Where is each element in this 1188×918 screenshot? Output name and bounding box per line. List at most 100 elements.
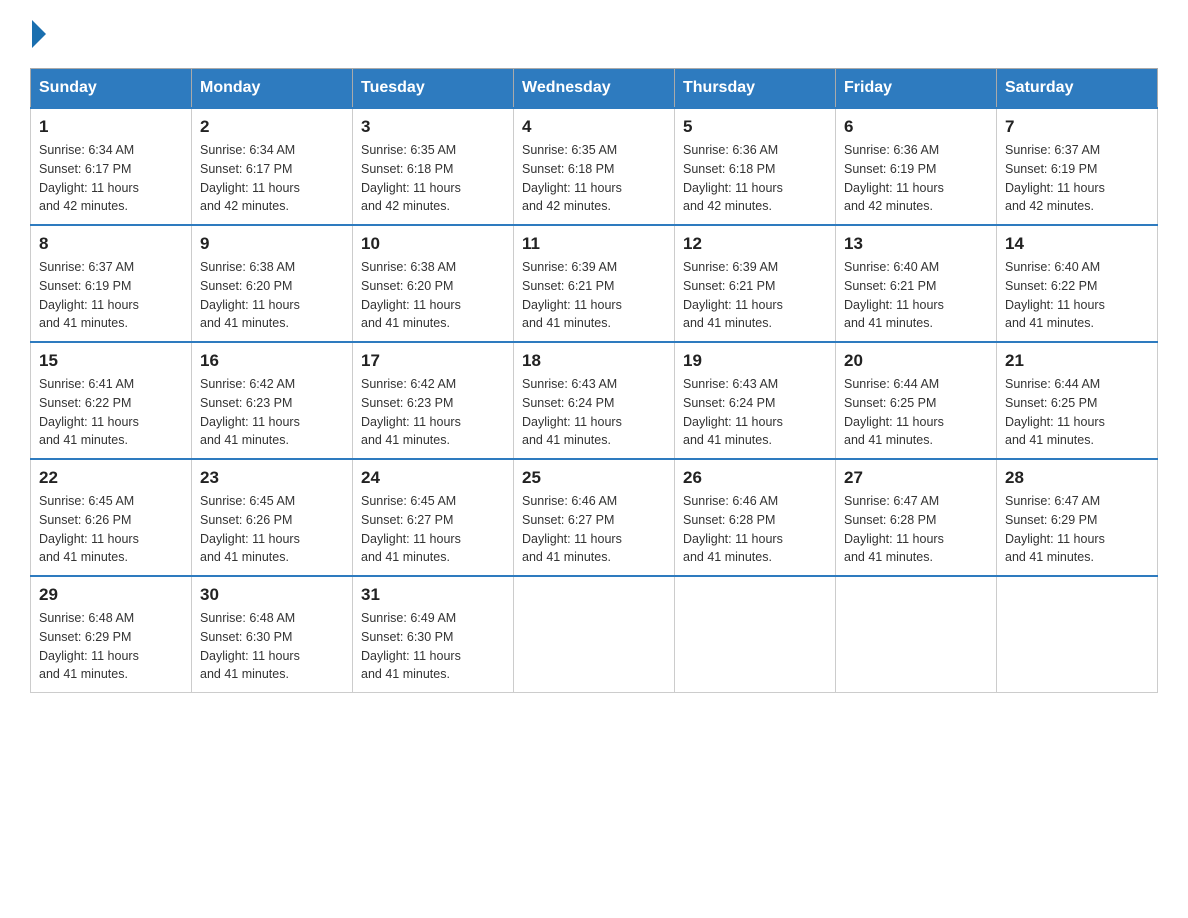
day-number-10: 10 [361,234,505,254]
day-number-21: 21 [1005,351,1149,371]
day-info-27: Sunrise: 6:47 AMSunset: 6:28 PMDaylight:… [844,492,988,567]
day-info-11: Sunrise: 6:39 AMSunset: 6:21 PMDaylight:… [522,258,666,333]
calendar-week-row-1: 1Sunrise: 6:34 AMSunset: 6:17 PMDaylight… [31,108,1158,225]
logo-text [30,20,48,48]
day-info-21: Sunrise: 6:44 AMSunset: 6:25 PMDaylight:… [1005,375,1149,450]
day-number-25: 25 [522,468,666,488]
calendar-day-22: 22 Sunrise: 6:45 AMSunset: 6:26 PMDayligh… [31,459,192,576]
calendar-day-6: 6Sunrise: 6:36 AMSunset: 6:19 PMDaylight… [836,108,997,225]
day-number-14: 14 [1005,234,1149,254]
calendar-week-row-5: 29 Sunrise: 6:48 AMSunset: 6:29 PMDayligh… [31,576,1158,693]
day-info-8: Sunrise: 6:37 AMSunset: 6:19 PMDaylight:… [39,258,183,333]
calendar-table: SundayMondayTuesdayWednesdayThursdayFrid… [30,68,1158,693]
day-number-27: 27 [844,468,988,488]
calendar-day-18: 18 Sunrise: 6:43 AMSunset: 6:24 PMDayligh… [514,342,675,459]
calendar-day-11: 11Sunrise: 6:39 AMSunset: 6:21 PMDayligh… [514,225,675,342]
calendar-day-3: 3Sunrise: 6:35 AMSunset: 6:18 PMDaylight… [353,108,514,225]
calendar-day-8: 8 Sunrise: 6:37 AMSunset: 6:19 PMDaylight… [31,225,192,342]
calendar-week-row-3: 15 Sunrise: 6:41 AMSunset: 6:22 PMDayligh… [31,342,1158,459]
calendar-empty-cell [675,576,836,693]
day-info-5: Sunrise: 6:36 AMSunset: 6:18 PMDaylight:… [683,141,827,216]
day-info-28: Sunrise: 6:47 AMSunset: 6:29 PMDaylight:… [1005,492,1149,567]
calendar-day-28: 28 Sunrise: 6:47 AMSunset: 6:29 PMDayligh… [997,459,1158,576]
calendar-empty-cell [836,576,997,693]
day-number-2: 2 [200,117,344,137]
day-number-17: 17 [361,351,505,371]
day-info-13: Sunrise: 6:40 AMSunset: 6:21 PMDaylight:… [844,258,988,333]
day-number-12: 12 [683,234,827,254]
day-number-13: 13 [844,234,988,254]
day-number-6: 6 [844,117,988,137]
day-info-4: Sunrise: 6:35 AMSunset: 6:18 PMDaylight:… [522,141,666,216]
day-number-20: 20 [844,351,988,371]
calendar-day-23: 23 Sunrise: 6:45 AMSunset: 6:26 PMDayligh… [192,459,353,576]
day-number-3: 3 [361,117,505,137]
day-info-1: Sunrise: 6:34 AMSunset: 6:17 PMDaylight:… [39,141,183,216]
calendar-header-sunday: Sunday [31,69,192,109]
day-info-25: Sunrise: 6:46 AMSunset: 6:27 PMDaylight:… [522,492,666,567]
day-info-22: Sunrise: 6:45 AMSunset: 6:26 PMDaylight:… [39,492,183,567]
calendar-header-monday: Monday [192,69,353,109]
calendar-week-row-2: 8 Sunrise: 6:37 AMSunset: 6:19 PMDaylight… [31,225,1158,342]
logo-arrow-icon [32,20,46,48]
day-info-15: Sunrise: 6:41 AMSunset: 6:22 PMDaylight:… [39,375,183,450]
day-number-16: 16 [200,351,344,371]
day-number-18: 18 [522,351,666,371]
day-info-2: Sunrise: 6:34 AMSunset: 6:17 PMDaylight:… [200,141,344,216]
day-number-8: 8 [39,234,183,254]
day-info-26: Sunrise: 6:46 AMSunset: 6:28 PMDaylight:… [683,492,827,567]
calendar-day-15: 15 Sunrise: 6:41 AMSunset: 6:22 PMDayligh… [31,342,192,459]
day-info-19: Sunrise: 6:43 AMSunset: 6:24 PMDaylight:… [683,375,827,450]
calendar-day-31: 31Sunrise: 6:49 AMSunset: 6:30 PMDayligh… [353,576,514,693]
calendar-header-wednesday: Wednesday [514,69,675,109]
calendar-day-27: 27 Sunrise: 6:47 AMSunset: 6:28 PMDayligh… [836,459,997,576]
calendar-day-21: 21 Sunrise: 6:44 AMSunset: 6:25 PMDayligh… [997,342,1158,459]
page-header [30,20,1158,48]
calendar-day-12: 12 Sunrise: 6:39 AMSunset: 6:21 PMDayligh… [675,225,836,342]
day-info-23: Sunrise: 6:45 AMSunset: 6:26 PMDaylight:… [200,492,344,567]
day-number-22: 22 [39,468,183,488]
calendar-day-5: 5Sunrise: 6:36 AMSunset: 6:18 PMDaylight… [675,108,836,225]
day-number-29: 29 [39,585,183,605]
calendar-day-10: 10 Sunrise: 6:38 AMSunset: 6:20 PMDayligh… [353,225,514,342]
day-info-9: Sunrise: 6:38 AMSunset: 6:20 PMDaylight:… [200,258,344,333]
calendar-header-friday: Friday [836,69,997,109]
calendar-header-saturday: Saturday [997,69,1158,109]
calendar-day-29: 29 Sunrise: 6:48 AMSunset: 6:29 PMDayligh… [31,576,192,693]
day-info-7: Sunrise: 6:37 AMSunset: 6:19 PMDaylight:… [1005,141,1149,216]
day-info-24: Sunrise: 6:45 AMSunset: 6:27 PMDaylight:… [361,492,505,567]
calendar-day-7: 7 Sunrise: 6:37 AMSunset: 6:19 PMDaylight… [997,108,1158,225]
day-number-23: 23 [200,468,344,488]
calendar-header-row: SundayMondayTuesdayWednesdayThursdayFrid… [31,69,1158,109]
day-info-31: Sunrise: 6:49 AMSunset: 6:30 PMDaylight:… [361,609,505,684]
logo [30,20,48,48]
calendar-day-24: 24 Sunrise: 6:45 AMSunset: 6:27 PMDayligh… [353,459,514,576]
day-info-17: Sunrise: 6:42 AMSunset: 6:23 PMDaylight:… [361,375,505,450]
calendar-header-tuesday: Tuesday [353,69,514,109]
day-number-7: 7 [1005,117,1149,137]
day-number-19: 19 [683,351,827,371]
day-info-20: Sunrise: 6:44 AMSunset: 6:25 PMDaylight:… [844,375,988,450]
calendar-empty-cell [514,576,675,693]
day-number-4: 4 [522,117,666,137]
day-number-9: 9 [200,234,344,254]
calendar-day-14: 14 Sunrise: 6:40 AMSunset: 6:22 PMDayligh… [997,225,1158,342]
day-number-26: 26 [683,468,827,488]
calendar-header-thursday: Thursday [675,69,836,109]
day-info-14: Sunrise: 6:40 AMSunset: 6:22 PMDaylight:… [1005,258,1149,333]
day-number-28: 28 [1005,468,1149,488]
day-number-15: 15 [39,351,183,371]
day-number-30: 30 [200,585,344,605]
day-info-29: Sunrise: 6:48 AMSunset: 6:29 PMDaylight:… [39,609,183,684]
day-info-10: Sunrise: 6:38 AMSunset: 6:20 PMDaylight:… [361,258,505,333]
calendar-day-9: 9 Sunrise: 6:38 AMSunset: 6:20 PMDaylight… [192,225,353,342]
calendar-empty-cell [997,576,1158,693]
day-info-12: Sunrise: 6:39 AMSunset: 6:21 PMDaylight:… [683,258,827,333]
calendar-day-4: 4 Sunrise: 6:35 AMSunset: 6:18 PMDaylight… [514,108,675,225]
calendar-day-30: 30Sunrise: 6:48 AMSunset: 6:30 PMDayligh… [192,576,353,693]
day-number-24: 24 [361,468,505,488]
calendar-day-17: 17 Sunrise: 6:42 AMSunset: 6:23 PMDayligh… [353,342,514,459]
calendar-day-20: 20 Sunrise: 6:44 AMSunset: 6:25 PMDayligh… [836,342,997,459]
day-info-18: Sunrise: 6:43 AMSunset: 6:24 PMDaylight:… [522,375,666,450]
calendar-day-25: 25 Sunrise: 6:46 AMSunset: 6:27 PMDayligh… [514,459,675,576]
